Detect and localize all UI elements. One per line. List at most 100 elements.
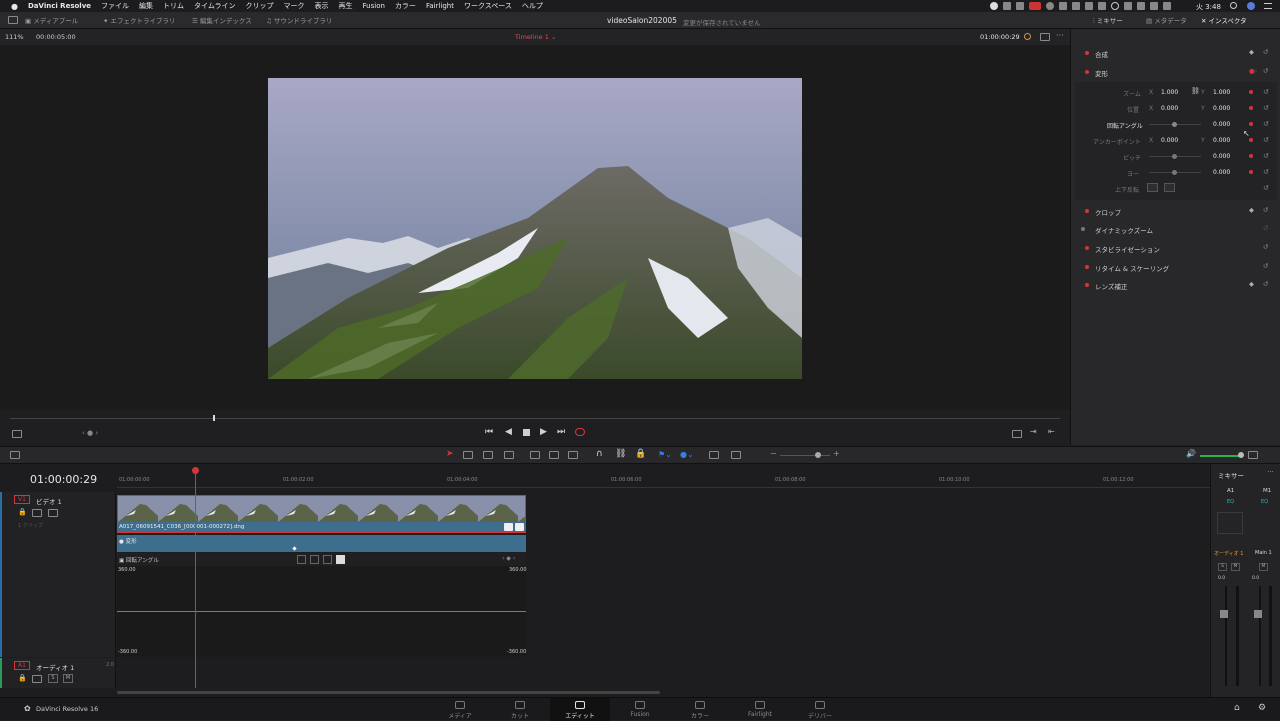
timeline-options-icon[interactable] <box>10 451 20 459</box>
pitch-slider-handle[interactable] <box>1172 154 1177 159</box>
yaw-field[interactable]: 0.000 <box>1213 169 1230 176</box>
rotation-curve[interactable] <box>117 611 526 612</box>
playhead-handle[interactable] <box>192 467 199 474</box>
play-button[interactable]: ▶ <box>540 427 547 437</box>
enable-dot[interactable] <box>1085 51 1089 55</box>
sound-library-button[interactable]: ♫ サウンドライブラリ <box>266 15 332 25</box>
flip-vertical-button[interactable] <box>1164 183 1175 192</box>
page-media[interactable]: メディア <box>430 698 490 721</box>
stabilization-section[interactable]: スタビライゼーション ↺ <box>1071 242 1280 256</box>
loop-button[interactable] <box>575 428 585 436</box>
replace-clip-icon[interactable] <box>568 451 578 459</box>
menu-fairlight[interactable]: Fairlight <box>426 2 454 10</box>
fader-handle-main[interactable] <box>1254 610 1262 618</box>
zoom-in-icon[interactable]: + <box>833 449 840 458</box>
reset-icon[interactable]: ↺ <box>1263 280 1268 288</box>
fader-handle-a1[interactable] <box>1220 610 1228 618</box>
media-pool-button[interactable]: ▣ メディアプール <box>25 15 78 25</box>
overwrite-clip-icon[interactable] <box>549 451 559 459</box>
stop-button[interactable] <box>523 429 530 436</box>
prev-edit-icon[interactable]: ⇤ <box>1048 427 1055 436</box>
app-icon[interactable] <box>1124 2 1132 10</box>
more-options-icon[interactable]: ··· <box>1267 468 1274 476</box>
battery-icon[interactable] <box>1163 2 1171 10</box>
enable-dot[interactable] <box>1085 246 1089 250</box>
reset-icon[interactable]: ↺ <box>1263 184 1269 192</box>
zoom-slider-track[interactable] <box>780 455 830 456</box>
track-tag-a1[interactable]: A1 <box>14 661 30 670</box>
zoom-x-field[interactable]: 1.000 <box>1161 89 1178 96</box>
insert-clip-icon[interactable] <box>530 451 540 459</box>
pitch-field[interactable]: 0.000 <box>1213 153 1230 160</box>
retime-section[interactable]: リタイム & スケーリング ↺ <box>1071 261 1280 275</box>
timeline-selector[interactable]: Timeline 1 ⌄ <box>515 33 556 41</box>
snapping-icon[interactable]: ∩ <box>596 449 603 459</box>
master-volume-slider[interactable] <box>1200 455 1242 457</box>
volume-icon[interactable] <box>1150 2 1158 10</box>
track-tag-v1[interactable]: V1 <box>14 495 30 504</box>
auto-select-icon[interactable] <box>32 675 42 683</box>
app-icon[interactable] <box>1059 2 1067 10</box>
keyframe-nav-icon[interactable]: ‹ ◆ › <box>502 555 515 562</box>
bypass-icon[interactable] <box>1024 33 1031 40</box>
zoom-slider-handle[interactable] <box>815 452 821 458</box>
metadata-button[interactable]: ▤ メタデータ <box>1146 15 1187 25</box>
page-cut[interactable]: カット <box>490 698 550 721</box>
lock-icon[interactable]: 🔒 <box>18 674 27 682</box>
track-header-v1[interactable]: V1 ビデオ 1 🔒 1 クリップ <box>0 492 116 657</box>
app-icon[interactable] <box>1046 2 1054 10</box>
eq-m1-button[interactable]: EQ <box>1261 499 1268 505</box>
keyframe-button[interactable] <box>1249 122 1253 126</box>
enable-dot[interactable] <box>1085 265 1089 269</box>
keyframe-button[interactable] <box>1249 90 1253 94</box>
anchor-y-field[interactable]: 0.000 <box>1213 137 1230 144</box>
meter-icon[interactable] <box>1248 451 1258 459</box>
position-y-field[interactable]: 0.000 <box>1213 105 1230 112</box>
timeline-playhead[interactable] <box>195 468 196 688</box>
timeline-scrollbar[interactable] <box>117 691 660 694</box>
apple-icon[interactable]: ● <box>11 2 18 11</box>
viewer-mode-icon[interactable] <box>12 430 22 438</box>
keyframe-track[interactable]: ● 変形 <box>117 535 526 552</box>
flip-horizontal-button[interactable] <box>1147 183 1158 192</box>
reset-icon[interactable]: ↺ <box>1263 88 1269 96</box>
reset-icon[interactable]: ↺ <box>1263 262 1268 270</box>
menu-trim[interactable]: トリム <box>163 1 184 11</box>
position-x-field[interactable]: 0.000 <box>1161 105 1178 112</box>
badge-icon[interactable] <box>1029 2 1041 10</box>
ease-out-button[interactable] <box>323 555 332 564</box>
skip-back-button[interactable]: ⏮ <box>485 427 493 437</box>
keyframe-marker[interactable] <box>292 546 297 551</box>
auto-select-icon[interactable] <box>32 509 42 517</box>
reset-icon[interactable]: ↺ <box>1263 168 1269 176</box>
enable-dot[interactable] <box>1085 283 1089 287</box>
video-clip[interactable]: A017_06091541_C036_[000001-000272].dng <box>117 495 526 533</box>
yaw-slider-handle[interactable] <box>1172 170 1177 175</box>
app-icon[interactable] <box>1003 2 1011 10</box>
menu-playback[interactable]: 再生 <box>339 1 353 11</box>
zoom-out-icon[interactable]: − <box>770 449 777 458</box>
next-edit-icon[interactable]: ⇥ <box>1030 427 1037 436</box>
solo-button[interactable]: S <box>48 674 58 683</box>
keyframe-diamond-icon[interactable]: ◆ <box>1249 48 1254 56</box>
detail-zoom-icon[interactable] <box>731 451 741 459</box>
reset-icon[interactable]: ↺ <box>1263 67 1268 75</box>
airplay-icon[interactable] <box>1137 2 1145 10</box>
curve-icon[interactable] <box>504 523 513 531</box>
track-visibility-icon[interactable] <box>48 509 58 517</box>
wifi-icon[interactable] <box>1111 2 1119 10</box>
reset-icon[interactable]: ↺ <box>1263 48 1268 56</box>
enable-dot[interactable] <box>1085 209 1089 213</box>
track-name-v1[interactable]: ビデオ 1 <box>36 496 62 506</box>
blade-tool-icon[interactable] <box>504 451 514 459</box>
home-icon[interactable]: ⌂ <box>1234 703 1240 713</box>
reset-icon[interactable]: ↺ <box>1263 152 1269 160</box>
zoom-level[interactable]: 111% <box>5 33 24 41</box>
ease-in-button[interactable] <box>310 555 319 564</box>
clock[interactable]: 火 3:48 <box>1196 2 1221 12</box>
page-deliver[interactable]: デリバー <box>790 698 850 721</box>
crop-section[interactable]: クロップ ◆ ↺ <box>1071 205 1280 219</box>
track-name-a1[interactable]: オーディオ 1 <box>36 662 74 672</box>
zoom-y-field[interactable]: 1.000 <box>1213 89 1230 96</box>
jog-icon[interactable]: ‹ ● › <box>82 429 98 437</box>
